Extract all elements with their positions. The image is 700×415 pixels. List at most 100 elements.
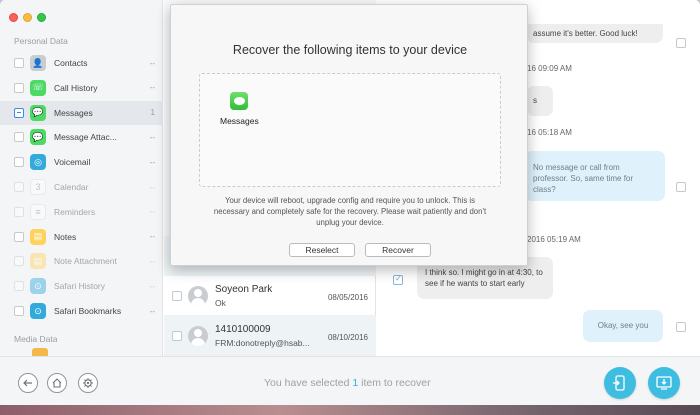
footer-bar: You have selected 1 item to recover [0,356,700,408]
sidebar-item-safari-bookmarks[interactable]: ⊙ Safari Bookmarks -- [0,299,163,323]
message-checkbox[interactable] [393,274,403,285]
home-button[interactable] [47,373,67,393]
sidebar-item-message-attachments[interactable]: 💬 Message Attac... -- [0,125,163,149]
selection-summary: You have selected 1 item to recover [264,377,431,389]
sidebar-item-label: Contacts [54,58,88,68]
sidebar-checkbox[interactable] [14,231,24,242]
desktop-background [0,405,700,415]
avatar [188,286,208,306]
recover-to-computer-button[interactable] [648,367,680,399]
sidebar-item-count: -- [149,281,155,291]
message-attachment-icon: 💬 [30,129,46,146]
list-item[interactable]: 1410100009 FRM:donotreply@hsab... 08/10/… [164,316,376,356]
sidebar-item-messages[interactable]: 💬 Messages 1 [0,100,163,125]
sidebar-item-count: -- [149,306,155,316]
recover-items-area: Messages [199,73,501,187]
sidebar-item-calendar[interactable]: 3 Calendar -- [0,175,163,199]
recover-dialog: Recover the following items to your devi… [170,4,528,266]
sidebar-item-contacts[interactable]: 👤 Contacts -- [0,51,163,75]
phone-export-icon [613,375,625,391]
recover-button[interactable]: Recover [365,243,431,257]
sidebar-item-voicemail[interactable]: ◎ Voicemail -- [0,150,163,174]
message-checkbox[interactable] [676,182,686,192]
selection-text-after: item to recover [358,377,431,389]
message-checkbox[interactable] [676,38,686,48]
safari-icon: ⊙ [30,278,46,295]
sidebar-item-label: Messages [54,107,93,118]
list-item[interactable]: Soyeon Park Ok 08/05/2016 [164,276,376,316]
sidebar-item-label: Safari History [54,281,106,292]
sidebar-item-label: Notes [54,231,77,242]
sidebar-checkbox[interactable] [14,58,24,68]
reselect-button[interactable]: Reselect [289,243,355,257]
message-timestamp: 2016 05:19 AM [527,235,581,244]
recover-to-device-button[interactable] [604,367,636,399]
calendar-icon: 3 [30,179,46,195]
sidebar-item-count: -- [149,132,155,142]
sidebar-item-count: -- [149,157,155,167]
sidebar-item-label: Call History [54,82,98,93]
sidebar-item-count: -- [149,83,155,93]
settings-button[interactable] [78,373,98,393]
note-attachment-icon: ▤ [30,253,46,270]
sidebar-checkbox[interactable] [14,256,24,267]
window-controls [9,13,46,22]
recover-item-label: Messages [220,116,259,126]
sidebar-item-label: Voicemail [54,157,91,168]
sidebar-checkbox[interactable] [14,281,24,292]
row-checkbox[interactable] [172,331,182,341]
message-bubble: assume it's better. Good luck! [527,24,663,43]
sidebar-checkbox[interactable] [14,182,24,192]
sidebar-item-reminders[interactable]: ≡ Reminders -- [0,200,163,224]
sidebar-checkbox[interactable] [14,306,24,316]
sidebar-checkbox[interactable] [14,107,24,118]
sidebar-item-notes[interactable]: ▤ Notes -- [0,225,163,249]
sidebar-item-label: Note Attachment [54,256,117,267]
back-button[interactable] [18,373,38,393]
message-date: 08/05/2016 [327,293,368,302]
sidebar-checkbox[interactable] [14,132,24,143]
sidebar: Personal Data 👤 Contacts -- ☏ Call History --… [0,0,163,356]
sidebar-item-note-attachment[interactable]: ▤ Note Attachment -- [0,249,163,273]
sidebar-item-label: Message Attac... [54,132,117,143]
voicemail-icon: ◎ [30,154,46,171]
avatar [188,326,208,346]
contact-name: 1410100009 [215,324,271,335]
sidebar-checkbox[interactable] [14,206,24,217]
computer-download-icon [656,376,672,390]
maximize-window-button[interactable] [37,13,46,22]
sidebar-checkbox[interactable] [14,82,24,93]
close-window-button[interactable] [9,13,18,22]
app-window: Personal Data 👤 Contacts -- ☏ Call History --… [0,0,700,408]
home-icon [52,378,62,388]
selection-text-before: You have selected [264,377,353,389]
sidebar-item-call-history[interactable]: ☏ Call History -- [0,76,163,100]
row-checkbox[interactable] [172,291,182,301]
contact-name: Soyeon Park [215,284,273,295]
message-date: 08/10/2016 [327,333,368,342]
sidebar-item-count: -- [149,182,155,192]
notes-icon: ▤ [30,228,46,245]
message-preview: Ok [215,298,226,308]
message-bubble: Okay, see you [583,310,663,342]
person-icon: 👤 [30,55,46,71]
sidebar-checkbox[interactable] [14,157,24,168]
minimize-window-button[interactable] [23,13,32,22]
message-timestamp: 16 05:18 AM [527,128,572,137]
media-data-title: Media Data [14,334,58,344]
phone-icon: ☏ [30,79,46,96]
message-preview: FRM:donotreply@hsab... [215,338,310,348]
sidebar-item-count: 1 [150,108,155,118]
dialog-description: Your device will reboot, upgrade config … [213,196,487,227]
sidebar-item-label: Reminders [54,206,96,217]
sidebar-item-label: Calendar [54,182,89,192]
sidebar-item-label: Safari Bookmarks [54,306,122,316]
sidebar-item-count: -- [149,207,155,217]
sidebar-item-count: -- [149,58,155,68]
message-checkbox[interactable] [676,322,686,332]
dialog-title: Recover the following items to your devi… [232,43,468,57]
gear-icon [83,378,93,388]
sidebar-item-safari-history[interactable]: ⊙ Safari History -- [0,274,163,298]
arrow-left-icon [23,379,32,387]
personal-data-title: Personal Data [14,36,68,46]
